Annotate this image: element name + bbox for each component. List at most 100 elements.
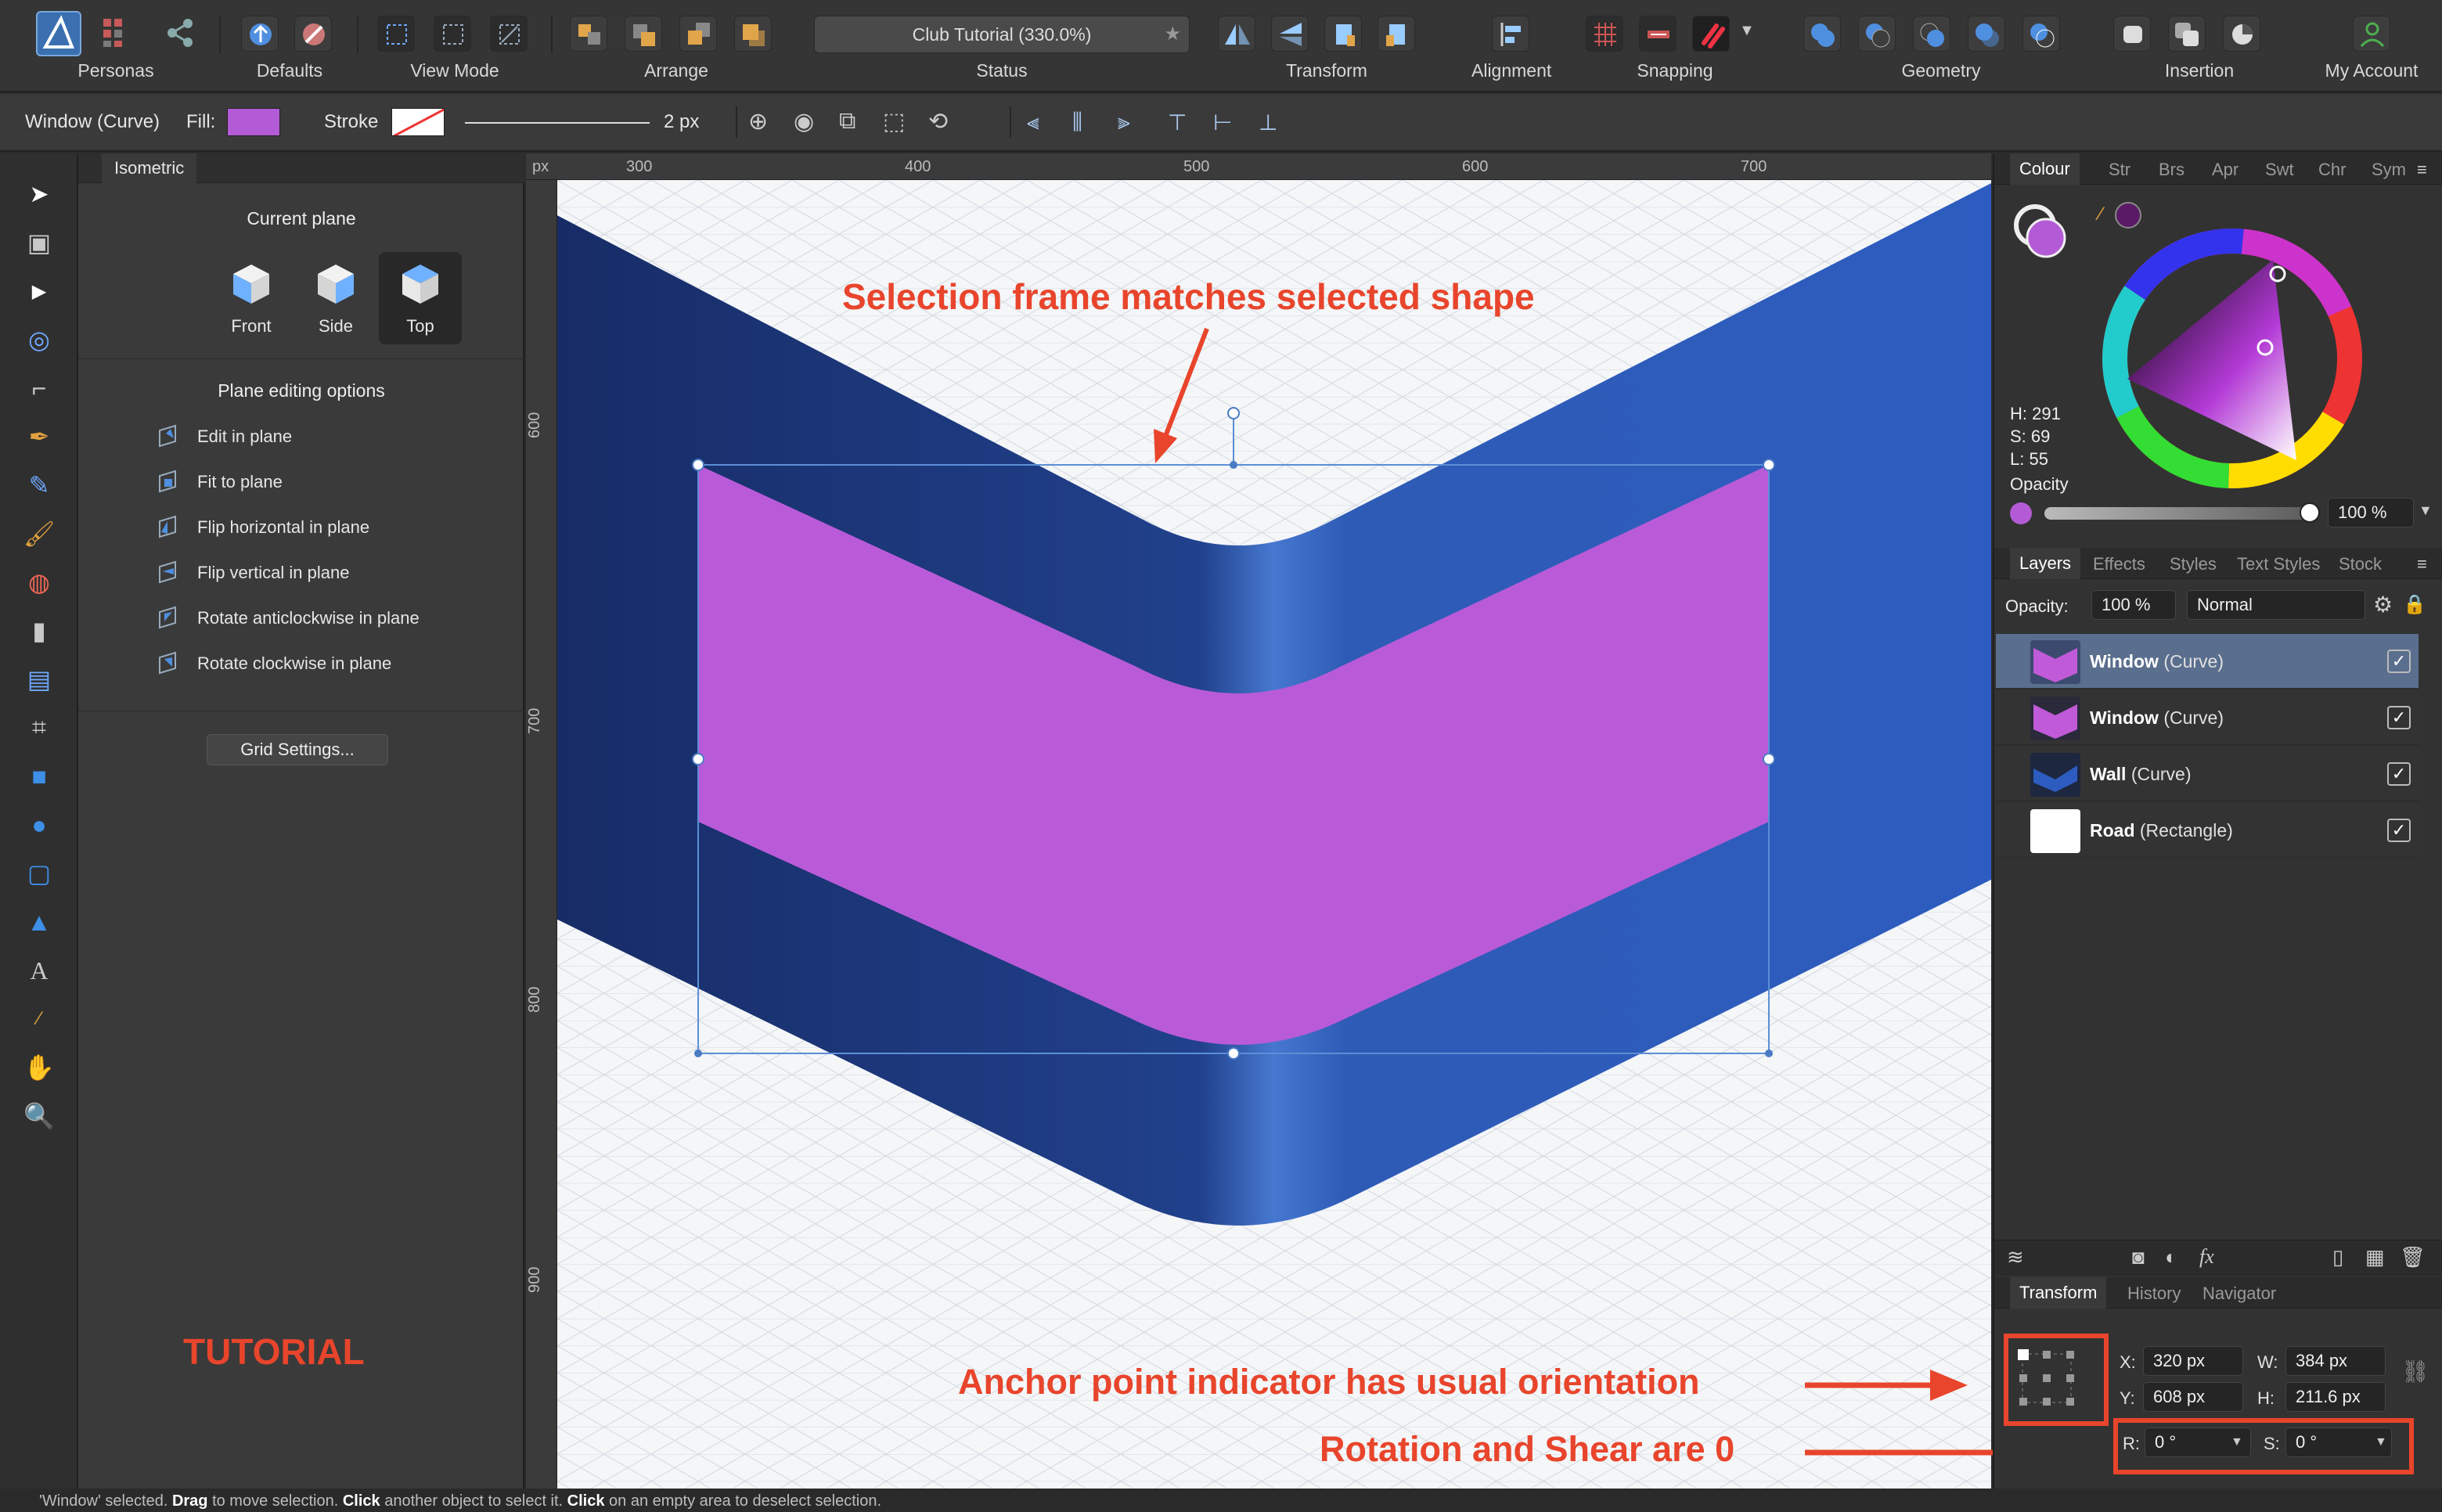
blend-mode-select[interactable]: Normal (2187, 590, 2365, 620)
hand-tool-icon[interactable]: ✋ (20, 1049, 58, 1086)
flip-vertical-icon[interactable] (1271, 16, 1309, 52)
layer-opacity-field[interactable]: 100 % (2091, 590, 2176, 620)
revert-defaults-icon[interactable] (294, 16, 332, 52)
layers-stack-icon[interactable]: ≋ (2007, 1245, 2024, 1269)
add-mask-icon[interactable]: ◙ (2132, 1245, 2145, 1269)
plane-front[interactable]: Front (210, 252, 293, 344)
rotation-dropdown-icon[interactable]: ▼ (2231, 1435, 2243, 1449)
pencil-tool-icon[interactable]: ✎ (20, 466, 58, 504)
plane-top[interactable]: Top (379, 252, 462, 344)
document-title-field[interactable]: Club Tutorial (330.0%) ★ (814, 16, 1190, 53)
stroke-swatch[interactable] (391, 108, 445, 136)
grid-settings-button[interactable]: Grid Settings... (207, 734, 388, 765)
stroke-width-value[interactable]: 2 px (664, 111, 699, 133)
flip-horizontal-icon[interactable] (1218, 16, 1255, 52)
triangle-tool-icon[interactable]: ▲ (20, 903, 58, 941)
layer-row-window-1[interactable]: Window (Curve) ✓ (1996, 634, 2419, 689)
layer-row-road[interactable]: Road (Rectangle) ✓ (1996, 803, 2419, 858)
color-picker-icon[interactable]: ⁄ (20, 1000, 58, 1038)
sync-defaults-icon[interactable] (241, 16, 279, 52)
tab-chr[interactable]: Chr (2318, 160, 2346, 180)
subtract-geometry-icon[interactable] (1858, 16, 1896, 52)
rounded-rect-icon[interactable]: ▢ (20, 855, 58, 892)
fill-tool-icon[interactable]: ◍ (20, 563, 58, 601)
transform-origin-icon[interactable]: ⊕ (748, 108, 768, 135)
bounding-box-icon[interactable]: ⬚ (883, 108, 905, 135)
rotate-anticlockwise-icon[interactable] (1324, 16, 1362, 52)
horizontal-ruler[interactable]: px 300 400 500 600 700 (526, 153, 1991, 180)
opacity-dropdown-icon[interactable]: ▼ (2419, 502, 2433, 519)
w-field[interactable]: 384 px (2285, 1346, 2386, 1376)
tab-apr[interactable]: Apr (2212, 160, 2238, 180)
layer-lock-icon[interactable]: 🔒 (2403, 593, 2426, 616)
text-tool-icon[interactable]: A (20, 952, 58, 989)
add-layer-icon[interactable]: ▯ (2332, 1245, 2343, 1269)
layer-row-window-2[interactable]: Window (Curve) ✓ (1996, 690, 2419, 745)
export-persona-icon[interactable] (164, 17, 196, 49)
option-edit-in-plane[interactable]: Edit in plane (157, 421, 292, 452)
tab-effects[interactable]: Effects (2093, 554, 2145, 574)
tab-history[interactable]: History (2127, 1283, 2181, 1304)
opacity-value-field[interactable]: 100 % (2328, 498, 2414, 527)
xor-geometry-icon[interactable] (1968, 16, 2005, 52)
colour-wheel[interactable] (2099, 225, 2365, 491)
snapping-magnet-icon[interactable] (1692, 16, 1730, 52)
tab-layers[interactable]: Layers (2010, 548, 2081, 579)
plane-side[interactable]: Side (294, 252, 377, 344)
add-pixel-layer-icon[interactable]: ▦ (2365, 1245, 2385, 1269)
fill-stroke-selector[interactable] (2012, 202, 2074, 265)
tab-str[interactable]: Str (2109, 160, 2130, 180)
stroke-width-slider[interactable] (465, 122, 650, 124)
tab-text-styles[interactable]: Text Styles (2237, 554, 2320, 574)
align-center-icon[interactable]: ⫼ (1072, 110, 1082, 135)
view-mode-retina-icon[interactable] (490, 16, 528, 52)
layer-visibility-checkbox[interactable]: ✓ (2387, 706, 2411, 729)
scale-icon[interactable]: ⧉ (839, 108, 855, 135)
option-fit-to-plane[interactable]: Fit to plane (157, 466, 283, 498)
option-flip-horizontal[interactable]: Flip horizontal in plane (157, 512, 369, 543)
layer-row-wall[interactable]: Wall (Curve) ✓ (1996, 747, 2419, 801)
view-option-icon[interactable]: ◉ (794, 108, 814, 135)
account-user-icon[interactable] (2353, 16, 2390, 52)
alignment-icon[interactable] (1492, 16, 1529, 52)
tab-transform[interactable]: Transform (2010, 1277, 2107, 1309)
colour-picker-icon[interactable]: ⁄ (2099, 203, 2102, 225)
opacity-slider-handle[interactable] (2300, 502, 2320, 523)
place-image-icon[interactable]: ▤ (20, 661, 58, 698)
option-rotate-clockwise[interactable]: Rotate clockwise in plane (157, 648, 391, 679)
panel-menu-icon[interactable]: ≡ (2417, 554, 2427, 574)
brush-tool-icon[interactable]: 🖌 (20, 515, 58, 553)
h-field[interactable]: 211.6 px (2285, 1382, 2386, 1412)
corner-tool-icon[interactable]: ⌐ (20, 369, 58, 407)
intersect-geometry-icon[interactable] (1913, 16, 1950, 52)
shear-dropdown-icon[interactable]: ▼ (2375, 1435, 2387, 1449)
layer-visibility-checkbox[interactable]: ✓ (2387, 819, 2411, 842)
align-left-icon[interactable]: ⫷ (1027, 110, 1039, 135)
rectangle-tool-icon[interactable]: ■ (20, 758, 58, 795)
y-field[interactable]: 608 px (2143, 1382, 2243, 1412)
layer-visibility-checkbox[interactable]: ✓ (2387, 762, 2411, 786)
move-to-back-icon[interactable] (570, 16, 607, 52)
tab-navigator[interactable]: Navigator (2202, 1283, 2276, 1304)
crop-tool-icon[interactable]: ⌗ (20, 709, 58, 747)
document-canvas[interactable]: Selection frame matches selected shape (557, 180, 1991, 1489)
transparency-tool-icon[interactable]: ▮ (20, 612, 58, 650)
link-aspect-icon[interactable]: ⛓ (2401, 1359, 2429, 1384)
fx-icon[interactable]: fx (2199, 1245, 2214, 1269)
rotate-icon[interactable]: ⟲ (928, 108, 948, 135)
option-rotate-anticlockwise[interactable]: Rotate anticlockwise in plane (157, 603, 420, 634)
insert-behind-icon[interactable] (2113, 16, 2151, 52)
option-flip-vertical[interactable]: Flip vertical in plane (157, 557, 349, 589)
divide-geometry-icon[interactable] (2022, 16, 2060, 52)
tab-stock[interactable]: Stock (2339, 554, 2382, 574)
rotate-clockwise-icon[interactable] (1378, 16, 1415, 52)
star-icon[interactable]: ★ (1164, 16, 1181, 52)
insert-top-icon[interactable] (2168, 16, 2206, 52)
view-mode-normal-icon[interactable] (377, 16, 415, 52)
vertical-ruler[interactable]: 600 700 800 900 (526, 180, 557, 1489)
tab-brs[interactable]: Brs (2159, 160, 2184, 180)
insert-inside-icon[interactable] (2223, 16, 2260, 52)
layer-settings-gear-icon[interactable]: ⚙ (2373, 592, 2393, 617)
ellipse-tool-icon[interactable]: ● (20, 806, 58, 844)
delete-layer-icon[interactable]: 🗑 (2400, 1245, 2426, 1269)
